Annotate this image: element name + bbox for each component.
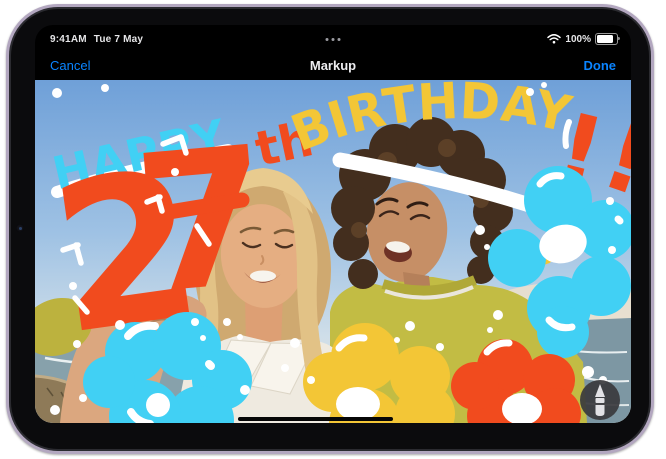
photo-canvas[interactable]: HAPPY 2 7 th BIRTHDAY !!!	[35, 80, 631, 423]
battery-icon	[595, 33, 618, 45]
pencil-tool-button[interactable]	[580, 380, 620, 420]
status-bar: 9:41AM Tue 7 May 100%	[35, 25, 631, 52]
done-button[interactable]: Done	[584, 58, 617, 73]
multitask-dots-icon[interactable]	[326, 38, 341, 41]
battery-percent: 100%	[565, 34, 591, 45]
wifi-icon	[547, 34, 561, 44]
status-date: Tue 7 May	[94, 34, 143, 45]
status-indicators: 100%	[547, 33, 618, 45]
photo-scene: HAPPY 2 7 th BIRTHDAY !!!	[35, 80, 631, 423]
front-camera-icon	[16, 224, 24, 232]
markup-nav-bar: Cancel Markup Done	[35, 52, 631, 80]
page-title: Markup	[35, 58, 631, 73]
screen: 9:41AM Tue 7 May 100% Cancel Markup Done	[35, 25, 631, 423]
status-time-date: 9:41AM Tue 7 May	[50, 34, 143, 45]
home-indicator[interactable]	[238, 417, 393, 421]
status-time: 9:41AM	[50, 34, 87, 45]
